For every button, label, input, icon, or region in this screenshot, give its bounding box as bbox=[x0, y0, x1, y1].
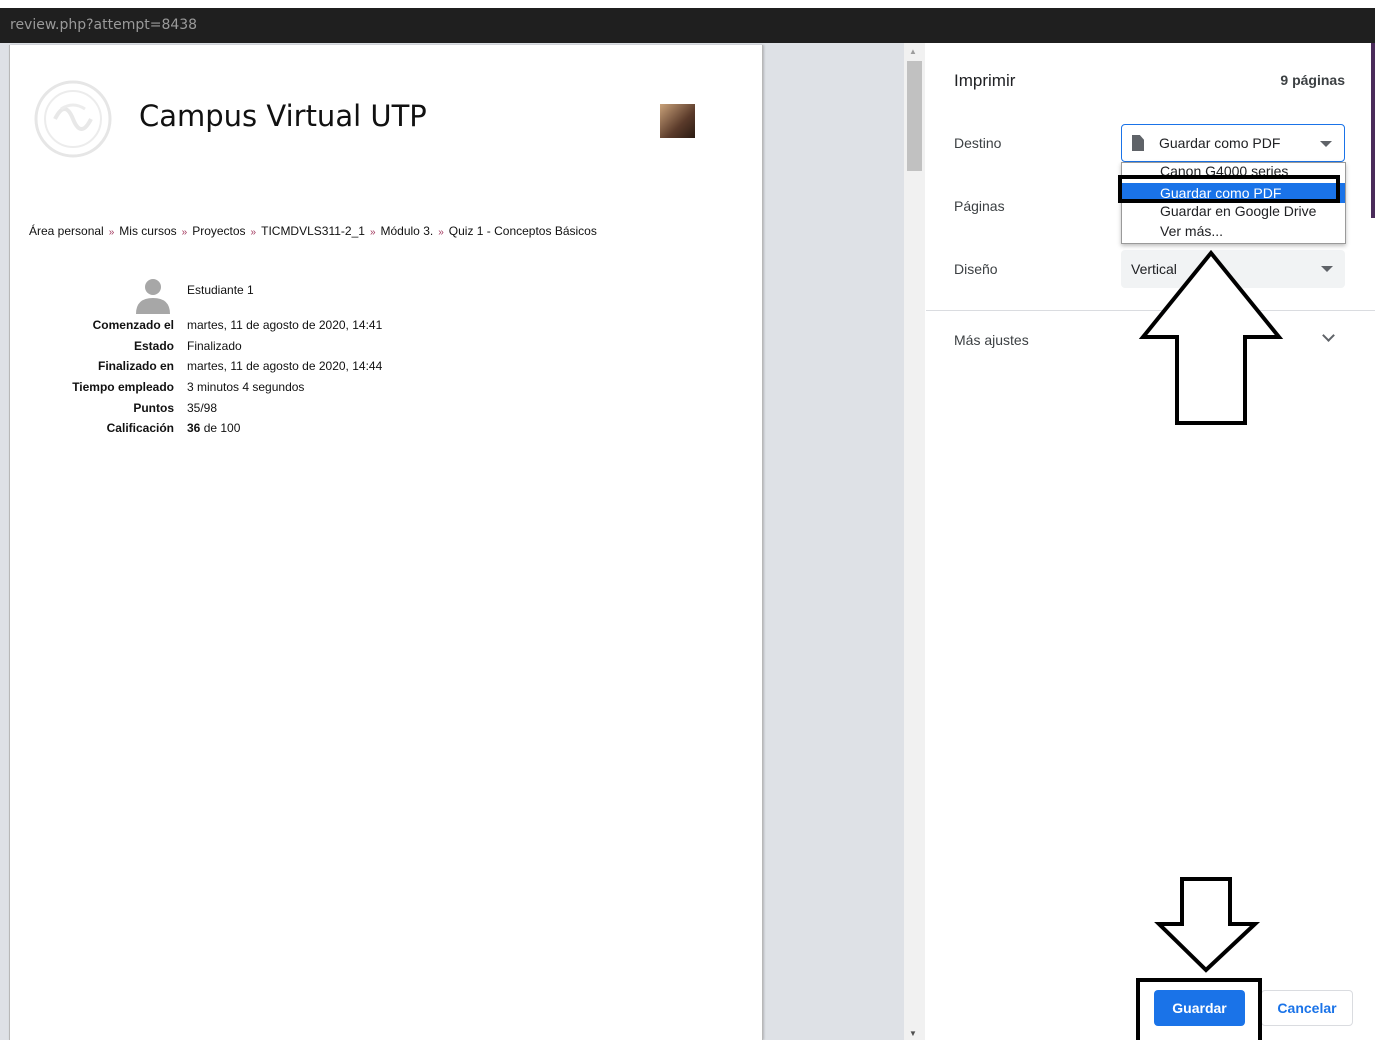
summary-row: Puntos 35/98 bbox=[10, 401, 510, 422]
page-count: 9 páginas bbox=[1280, 72, 1345, 88]
user-name: Estudiante 1 bbox=[187, 283, 254, 297]
grade-total: de 100 bbox=[200, 421, 241, 436]
diseno-label: Diseño bbox=[954, 261, 998, 277]
paginas-label: Páginas bbox=[954, 198, 1005, 214]
destination-select[interactable]: Guardar como PDF bbox=[1121, 124, 1345, 162]
profile-avatar bbox=[660, 104, 695, 138]
scroll-thumb[interactable] bbox=[907, 61, 922, 171]
breadcrumb-separator: » bbox=[438, 227, 444, 238]
scroll-down-arrow-icon[interactable]: ▼ bbox=[909, 1029, 917, 1038]
summary-label: Tiempo empleado bbox=[72, 380, 174, 395]
summary-value: 3 minutos 4 segundos bbox=[187, 380, 305, 395]
highlight-box bbox=[1118, 175, 1340, 203]
summary-label: Finalizado en bbox=[97, 359, 174, 374]
summary-row: Finalizado en martes, 11 de agosto de 202… bbox=[10, 359, 510, 380]
print-title: Imprimir bbox=[954, 71, 1016, 90]
dropdown-option[interactable]: Guardar en Google Drive bbox=[1160, 203, 1316, 219]
destination-value: Guardar como PDF bbox=[1159, 135, 1281, 151]
caret-down-icon bbox=[1321, 266, 1333, 272]
more-settings-label[interactable]: Más ajustes bbox=[954, 332, 1029, 348]
window-edge-strip bbox=[1371, 43, 1375, 218]
summary-row: Tiempo empleado 3 minutos 4 segundos bbox=[10, 380, 510, 401]
site-title: Campus Virtual UTP bbox=[139, 99, 427, 133]
breadcrumb: Área personal » Mis cursos » Proyectos » TICMD… bbox=[29, 224, 597, 238]
breadcrumb-item: Proyectos bbox=[192, 224, 246, 238]
window-titlebar: review.php?attempt=8438 bbox=[0, 0, 1375, 43]
cancel-button[interactable]: Cancelar bbox=[1261, 990, 1353, 1026]
breadcrumb-item: Mis cursos bbox=[119, 224, 177, 238]
university-seal-logo bbox=[34, 80, 112, 158]
summary-value: martes, 11 de agosto de 2020, 14:44 bbox=[187, 359, 383, 374]
breadcrumb-separator: » bbox=[181, 227, 188, 238]
summary-value: 35/98 bbox=[187, 400, 218, 415]
up-arrow-annotation bbox=[1138, 249, 1284, 425]
summary-value: martes, 11 de agosto de 2020, 14:41 bbox=[187, 318, 383, 332]
summary-value: Finalizado bbox=[187, 338, 242, 353]
grade-value: 36 bbox=[187, 421, 201, 436]
summary-label: Puntos bbox=[133, 400, 174, 415]
highlight-box bbox=[1136, 978, 1262, 1040]
breadcrumb-separator: » bbox=[108, 227, 115, 238]
attempt-summary: Comenzado el martes, 11 de agosto de 2020… bbox=[10, 318, 510, 442]
down-arrow-annotation bbox=[1154, 877, 1261, 973]
preview-page bbox=[9, 45, 763, 1040]
summary-label: Calificación bbox=[106, 421, 174, 436]
breadcrumb-separator: » bbox=[369, 227, 376, 238]
caret-down-icon bbox=[1320, 141, 1332, 147]
summary-value: 36 de 100 bbox=[174, 421, 240, 442]
breadcrumb-item: TICMDVLS311-2_1 bbox=[261, 224, 365, 238]
summary-label: Estado bbox=[133, 338, 174, 353]
summary-row: Comenzado el martes, 11 de agosto de 2020… bbox=[10, 318, 510, 339]
file-icon bbox=[1132, 135, 1144, 151]
summary-label: Comenzado el bbox=[92, 318, 174, 332]
preview-scrollbar[interactable]: ▲ ▼ bbox=[904, 43, 925, 1040]
url-text: review.php?attempt=8438 bbox=[10, 17, 198, 33]
summary-row: Estado Finalizado bbox=[10, 339, 510, 360]
breadcrumb-item: Quiz 1 - Conceptos Básicos bbox=[448, 224, 597, 238]
breadcrumb-item: Módulo 3. bbox=[380, 224, 434, 238]
breadcrumb-separator: » bbox=[250, 227, 257, 238]
dropdown-option[interactable]: Ver más... bbox=[1160, 223, 1223, 239]
breadcrumb-item: Área personal bbox=[29, 224, 104, 238]
destino-label: Destino bbox=[954, 135, 1002, 151]
scroll-up-arrow-icon[interactable]: ▲ bbox=[909, 47, 917, 56]
summary-row: Calificación 36 de 100 bbox=[10, 421, 510, 442]
user-icon bbox=[136, 279, 170, 314]
